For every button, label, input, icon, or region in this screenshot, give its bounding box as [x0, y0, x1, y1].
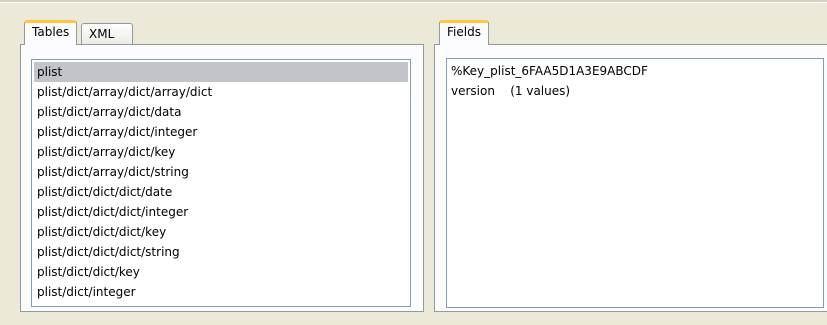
field-item[interactable]: %Key_plist_6FAA5D1A3E9ABCDF — [449, 61, 821, 81]
tables-panel: Tables XML plist plist/dict/array/dict/a… — [20, 19, 424, 312]
fields-panel: Fields %Key_plist_6FAA5D1A3E9ABCDF versi… — [434, 19, 827, 312]
tables-list[interactable]: plist plist/dict/array/dict/array/dict p… — [31, 59, 411, 307]
tab-xml[interactable]: XML — [81, 23, 133, 44]
list-item[interactable]: plist/dict/array/dict/array/dict — [34, 82, 408, 102]
list-item[interactable]: plist/dict/array/dict/key — [34, 142, 408, 162]
list-item[interactable]: plist/dict/integer — [34, 282, 408, 302]
field-item[interactable]: version (1 values) — [449, 81, 821, 101]
list-item[interactable]: plist/dict/dict/dict/string — [34, 242, 408, 262]
fields-tab-body: %Key_plist_6FAA5D1A3E9ABCDF version (1 v… — [434, 44, 827, 312]
list-item[interactable]: plist/dict/dict/dict/integer — [34, 202, 408, 222]
tables-tab-body: plist plist/dict/array/dict/array/dict p… — [20, 44, 424, 312]
tab-fields[interactable]: Fields — [439, 20, 489, 45]
fields-list[interactable]: %Key_plist_6FAA5D1A3E9ABCDF version (1 v… — [446, 58, 824, 308]
list-item[interactable]: plist/dict/array/dict/data — [34, 102, 408, 122]
top-divider — [0, 0, 827, 3]
list-item[interactable]: plist/dict/dict/dict/key — [34, 222, 408, 242]
list-item[interactable]: plist/dict/dict/key — [34, 262, 408, 282]
list-item[interactable]: plist/dict/array/dict/string — [34, 162, 408, 182]
list-item[interactable]: plist — [34, 62, 408, 82]
list-item[interactable]: plist/dict/array/dict/integer — [34, 122, 408, 142]
tables-tab-strip: Tables XML — [20, 19, 424, 45]
fields-tab-strip: Fields — [434, 19, 827, 45]
list-item[interactable]: plist/dict/dict/dict/date — [34, 182, 408, 202]
tab-tables[interactable]: Tables — [24, 20, 78, 45]
